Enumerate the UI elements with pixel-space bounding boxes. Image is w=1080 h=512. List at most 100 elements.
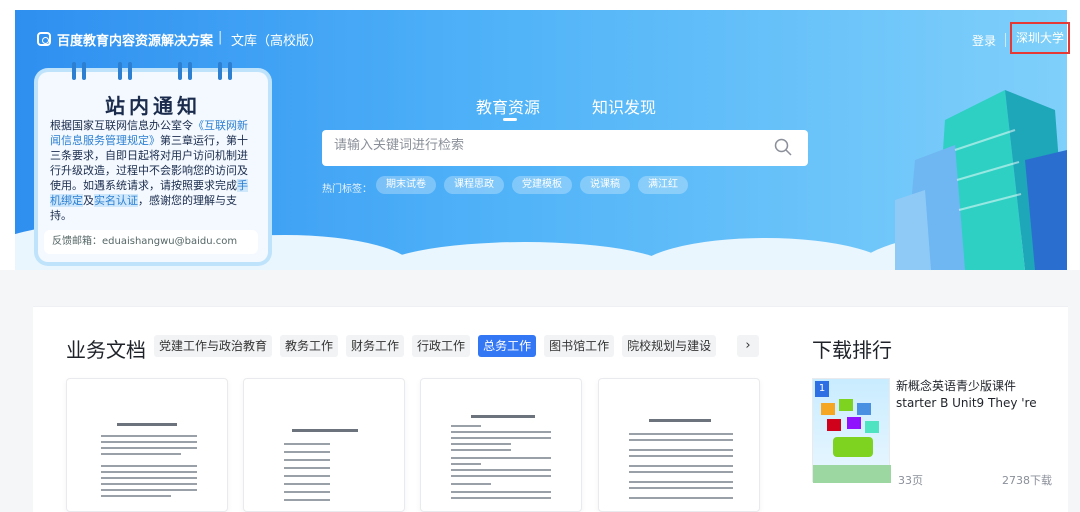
notice-body: 根据国家互联网信息办公室令《互联网新闻信息服务管理规定》第三章运行，第十三条要求… [50, 118, 258, 223]
doc-thumb-line [101, 477, 197, 479]
doc-thumb-line [629, 455, 733, 457]
search-icon[interactable] [774, 138, 792, 156]
binder-ring-icon [72, 62, 76, 80]
doc-thumb-line [284, 451, 330, 453]
rank-item-thumbnail: 1 [812, 378, 891, 483]
category-tab[interactable]: 教务工作 [280, 335, 339, 357]
doc-thumb-line [101, 471, 197, 473]
document-card[interactable] [598, 378, 760, 512]
doc-thumb-line [101, 465, 197, 467]
rank-badge: 1 [815, 381, 829, 397]
doc-thumb-line [451, 463, 481, 465]
doc-thumb-line [629, 433, 733, 435]
rank-item[interactable]: 1 新概念英语青少版课件starter B Unit9 They 're 33页… [812, 378, 1062, 488]
doc-thumb-line [451, 497, 551, 499]
hot-tag[interactable]: 满江红 [638, 176, 688, 194]
doc-thumb-line [451, 425, 481, 427]
doc-thumb-title [117, 423, 177, 426]
doc-thumb-line [101, 483, 197, 485]
category-tab[interactable]: 图书馆工作 [544, 335, 615, 357]
doc-thumb-line [101, 495, 171, 497]
doc-thumb-line [284, 443, 330, 445]
doc-thumb-line [451, 469, 551, 471]
org-name-button[interactable]: 深圳大学 [1010, 22, 1070, 54]
category-tab[interactable]: 财务工作 [346, 335, 405, 357]
doc-thumb-line [101, 447, 197, 449]
binder-ring-icon [118, 62, 122, 80]
doc-thumb-line [284, 499, 330, 501]
chevron-right-icon[interactable]: › [737, 335, 759, 357]
notice-text: 根据国家互联网信息办公室令 [50, 119, 193, 132]
header-divider [1005, 33, 1006, 47]
category-tab[interactable]: 院校规划与建设 [622, 335, 717, 357]
doc-thumb-line [451, 437, 551, 439]
binder-ring-icon [128, 62, 132, 80]
brand-subtitle: 文库（高校版） [231, 34, 323, 49]
hot-tag[interactable]: 党建模板 [512, 176, 572, 194]
notice-binder-rings [70, 62, 250, 84]
binder-ring-icon [178, 62, 182, 80]
campus-buildings-illustration [895, 90, 1067, 270]
brand-separator: | [218, 30, 223, 45]
doc-thumb-line [629, 497, 733, 499]
binder-ring-icon [218, 62, 222, 80]
hot-tag[interactable]: 期末试卷 [376, 176, 436, 194]
notice-title: 站内通知 [105, 94, 201, 118]
doc-thumb-line [101, 441, 197, 443]
doc-thumb-line [629, 471, 733, 473]
document-card[interactable] [420, 378, 582, 512]
doc-thumb-line [629, 449, 733, 451]
doc-thumb-line [451, 443, 511, 445]
brand-logo-icon [37, 32, 51, 46]
page: 百度教育内容资源解决方案 | 文库（高校版） 登录 深圳大学 站内通知 根据国家… [0, 0, 1080, 512]
search-input[interactable] [334, 138, 754, 153]
doc-thumb-line [451, 483, 491, 485]
doc-thumb-title [292, 429, 358, 432]
doc-thumb-line [101, 453, 181, 455]
tab-education-resources[interactable]: 教育资源 [476, 94, 540, 118]
doc-thumb-line [629, 481, 733, 483]
brand-title: 百度教育内容资源解决方案 [57, 34, 214, 49]
doc-thumb-line [284, 475, 330, 477]
doc-thumb-line [101, 489, 197, 491]
hot-tags: 期末试卷 课程思政 党建模板 说课稿 满江红 [376, 176, 688, 194]
active-tab-indicator [503, 118, 517, 121]
hot-tag[interactable]: 说课稿 [580, 176, 630, 194]
hot-tag[interactable]: 课程思政 [444, 176, 504, 194]
feedback-email: 反馈邮箱：eduaishangwu@baidu.com [44, 230, 258, 254]
rank-item-pages: 33页 [898, 474, 923, 487]
document-card[interactable] [243, 378, 405, 512]
business-docs-title: 业务文档 [66, 338, 146, 362]
notice-card: 站内通知 根据国家互联网信息办公室令《互联网新闻信息服务管理规定》第三章运行，第… [38, 72, 268, 262]
doc-thumb-line [451, 475, 551, 477]
doc-thumb-title [649, 419, 711, 422]
rank-item-downloads: 2738下载 [1002, 474, 1052, 487]
tab-knowledge-discovery[interactable]: 知识发现 [592, 94, 656, 118]
doc-thumb-line [451, 491, 551, 493]
doc-thumb-line [629, 487, 733, 489]
notice-text: 及 [83, 194, 94, 207]
doc-thumb-line [101, 435, 197, 437]
doc-thumb-title [471, 415, 535, 418]
doc-thumb-line [629, 465, 733, 467]
document-card[interactable] [66, 378, 228, 512]
category-tab-active[interactable]: 总务工作 [478, 335, 537, 357]
cloud-decoration [375, 242, 675, 270]
download-rank-title: 下载排行 [812, 338, 892, 362]
search-box [322, 130, 808, 166]
doc-thumb-line [284, 467, 330, 469]
category-tab[interactable]: 党建工作与政治教育 [154, 335, 273, 357]
doc-thumb-line [451, 449, 511, 451]
real-name-auth-link[interactable]: 实名认证 [94, 194, 138, 207]
binder-ring-icon [228, 62, 232, 80]
binder-ring-icon [188, 62, 192, 80]
doc-thumb-line [284, 483, 330, 485]
category-tab[interactable]: 行政工作 [412, 335, 471, 357]
doc-thumb-line [629, 439, 733, 441]
doc-thumb-line [284, 491, 330, 493]
binder-ring-icon [82, 62, 86, 80]
category-tabs: 党建工作与政治教育 教务工作 财务工作 行政工作 总务工作 图书馆工作 院校规划… [154, 335, 717, 357]
rank-item-title[interactable]: 新概念英语青少版课件starter B Unit9 They 're [896, 378, 1056, 412]
doc-thumb-line [284, 459, 330, 461]
login-link[interactable]: 登录 [972, 32, 996, 49]
